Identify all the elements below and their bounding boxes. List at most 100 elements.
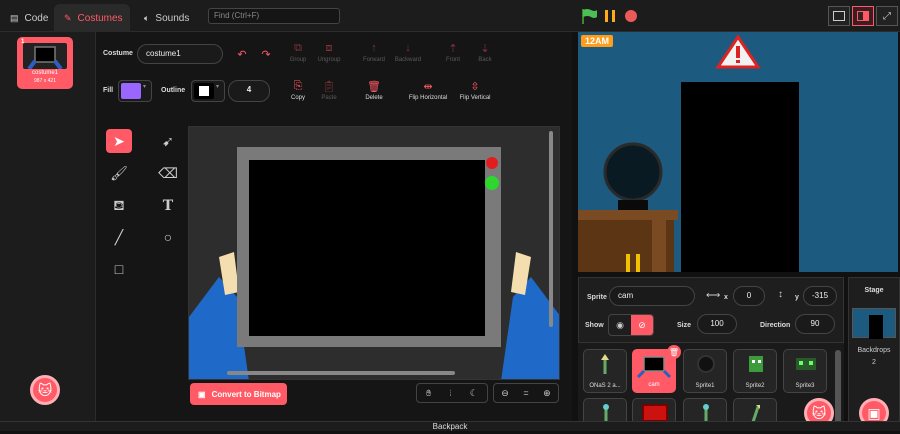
costume-drawing <box>189 127 559 379</box>
front-icon: ⇡ <box>448 42 458 55</box>
outline-color-picker[interactable]: ▾ <box>191 80 225 102</box>
size-input[interactable]: 100 <box>697 314 737 334</box>
fill-dropdown-icon: ▾ <box>143 84 147 90</box>
sprite-label: Sprite <box>587 294 607 301</box>
sprite-tile[interactable]: Sprite3 <box>783 349 827 393</box>
image-icon: ▣ <box>198 389 206 399</box>
line-icon: ╱ <box>114 228 124 245</box>
stage-scene <box>578 32 898 272</box>
tab-costumes[interactable]: ✎ Costumes <box>54 4 130 32</box>
costume-thumbnail[interactable]: 1 costume1 987 x 421 <box>17 37 73 89</box>
tab-code[interactable]: ▤ Code <box>0 4 52 32</box>
undo-redo-group: ↶ ↷ <box>232 44 276 64</box>
backpack-bar[interactable]: Backpack <box>0 421 900 431</box>
y-input[interactable]: -315 <box>803 286 837 306</box>
green-flag-icon[interactable] <box>578 6 598 26</box>
add-costume-button[interactable]: 🐱︎ <box>30 375 60 405</box>
delete-sprite-button[interactable]: 🗑︎ <box>667 345 681 359</box>
group-label: Group <box>289 57 307 63</box>
flip-horizontal-button[interactable]: ⇹ Flip Horizontal <box>405 80 451 110</box>
fullscreen-button[interactable]: ⤢ <box>876 6 898 26</box>
stage-view[interactable]: 12AM <box>578 32 898 272</box>
hand-icon[interactable]: ✋︎ <box>426 388 431 399</box>
drawing-canvas[interactable] <box>188 126 560 380</box>
visibility-toggle: ◉ ⊘ <box>608 314 654 336</box>
outline-width-input[interactable]: 4 <box>228 80 270 102</box>
large-stage-icon <box>857 11 869 21</box>
backpack-label: Backpack <box>432 422 468 431</box>
vertical-scrollbar[interactable] <box>549 131 553 327</box>
delete-button[interactable]: 🗑︎ Delete <box>360 80 388 110</box>
circle-icon: ○ <box>163 229 173 245</box>
front-button[interactable]: ⇡ Front <box>439 42 467 72</box>
circle-tool[interactable]: ○ <box>155 225 181 249</box>
backdrop-preview <box>869 315 883 339</box>
back-button[interactable]: ⇣ Back <box>471 42 499 72</box>
text-icon: T <box>162 198 174 214</box>
y-arrows-icon: ↕ <box>778 289 783 300</box>
costume-size-label: 987 x 421 <box>34 78 56 84</box>
backward-button[interactable]: ↓ Backward <box>391 42 425 72</box>
redo-icon[interactable]: ↷ <box>256 44 276 64</box>
reshape-tool[interactable]: ➹ <box>155 129 181 153</box>
eye-hidden-icon[interactable]: ⊘ <box>631 315 653 335</box>
sprite-tile[interactable]: ONaS 2 a... <box>583 349 627 393</box>
back-icon: ⇣ <box>480 42 490 55</box>
costume-preview <box>23 43 67 71</box>
moon-icon[interactable]: ☾ <box>470 388 478 399</box>
sprite-tile[interactable]: Sprite1 <box>683 349 727 393</box>
backward-icon: ↓ <box>405 42 411 54</box>
outline-label: Outline <box>161 87 186 94</box>
eraser-tool[interactable]: ⌫ <box>155 161 181 185</box>
zoom-out-icon[interactable]: ⊖ <box>501 388 509 399</box>
line-tool[interactable]: ╱ <box>106 225 132 249</box>
convert-to-bitmap-button[interactable]: ▣ Convert to Bitmap <box>190 383 287 405</box>
ungroup-button[interactable]: ⧈ Ungroup <box>315 42 343 72</box>
undo-icon[interactable]: ↶ <box>232 44 252 64</box>
backdrops-label: Backdrops <box>857 347 891 354</box>
fill-color-picker[interactable]: ▾ <box>118 80 152 102</box>
trash-icon: 🗑︎ <box>367 80 381 93</box>
front-label: Front <box>445 57 460 63</box>
flip-horizontal-label: Flip Horizontal <box>408 95 448 101</box>
select-tool[interactable]: ➤ <box>106 129 132 153</box>
paste-button[interactable]: 📋︎ Paste <box>315 80 343 110</box>
direction-input[interactable]: 90 <box>795 314 835 334</box>
group-button[interactable]: ⧉ Group <box>284 42 312 72</box>
large-stage-button[interactable] <box>852 6 874 26</box>
eye-icon[interactable]: ◉ <box>609 315 631 335</box>
stage-thumbnail[interactable] <box>852 308 896 339</box>
tab-code-label: Code <box>24 12 49 24</box>
rectangle-tool[interactable]: □ <box>106 257 132 281</box>
fill-tool[interactable]: ⛾ <box>106 194 132 218</box>
forward-label: Forward <box>362 57 385 63</box>
trash-icon: 🗑︎ <box>668 347 680 357</box>
costume-name-input[interactable]: costume1 <box>137 44 223 64</box>
text-tool[interactable]: T <box>155 194 181 218</box>
sound-wave-icon[interactable]: ⦙ <box>450 388 452 399</box>
code-icon: ▤ <box>10 12 19 23</box>
pause-icon[interactable] <box>600 6 620 26</box>
flip-horizontal-icon: ⇹ <box>423 80 433 93</box>
copy-button[interactable]: ⎘ Copy <box>284 80 312 110</box>
forward-button[interactable]: ↑ Forward <box>358 42 390 72</box>
find-input[interactable]: Find (Ctrl+F) <box>208 8 340 24</box>
brush-tool[interactable]: 🖌︎ <box>106 161 132 185</box>
zoom-in-icon[interactable]: ⊕ <box>543 388 551 399</box>
zoom-reset-button[interactable]: = <box>523 388 528 398</box>
stop-icon[interactable] <box>621 6 641 26</box>
sprite-tile[interactable]: Sprite2 <box>733 349 777 393</box>
costume-list <box>0 32 96 421</box>
sprite-list-scrollbar[interactable] <box>835 350 841 428</box>
sprite-thumb-sprite2 <box>749 356 763 372</box>
tab-sounds[interactable]: 🔈︎ Sounds <box>134 4 200 32</box>
horizontal-scrollbar[interactable] <box>227 371 455 375</box>
backdrops-count: 2 <box>872 359 876 366</box>
x-input[interactable]: 0 <box>733 286 765 306</box>
sprite-name-input[interactable]: cam <box>609 286 695 306</box>
delete-label: Delete <box>365 95 383 101</box>
small-stage-button[interactable] <box>828 6 850 26</box>
costume-label: Costume <box>103 50 133 57</box>
forward-icon: ↑ <box>371 42 377 54</box>
flip-vertical-button[interactable]: ⇳ Flip Vertical <box>454 80 496 110</box>
